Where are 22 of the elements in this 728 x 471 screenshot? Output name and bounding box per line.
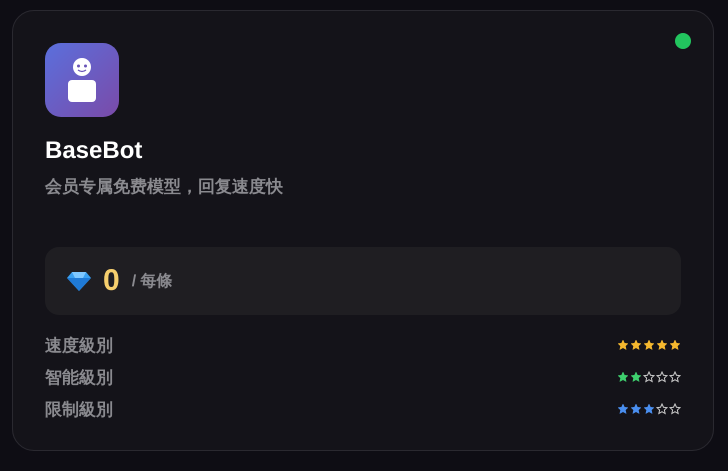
star-icon [643, 403, 655, 415]
price-unit: / 每條 [132, 272, 173, 292]
star-icon [617, 339, 629, 351]
star-icon [656, 339, 668, 351]
star-icon [643, 339, 655, 351]
star-icon [617, 403, 629, 415]
empty-star-icon [656, 371, 668, 383]
empty-star-icon [669, 371, 681, 383]
bot-description: 会员专属免费模型，回复速度快 [45, 176, 284, 198]
price-amount: 0 [103, 264, 120, 298]
bot-name: BaseBot [45, 137, 144, 165]
rating-label: 限制級別 [45, 398, 113, 420]
star-icon [630, 403, 642, 415]
bot-avatar-icon [45, 43, 119, 117]
star-icon [617, 371, 629, 383]
rating-label: 速度級別 [45, 334, 113, 356]
rating-label: 智能級別 [45, 366, 113, 388]
star-icon [669, 339, 681, 351]
star-icon [630, 371, 642, 383]
star-icon [630, 339, 642, 351]
empty-star-icon [669, 403, 681, 415]
diamond-icon [67, 271, 91, 291]
